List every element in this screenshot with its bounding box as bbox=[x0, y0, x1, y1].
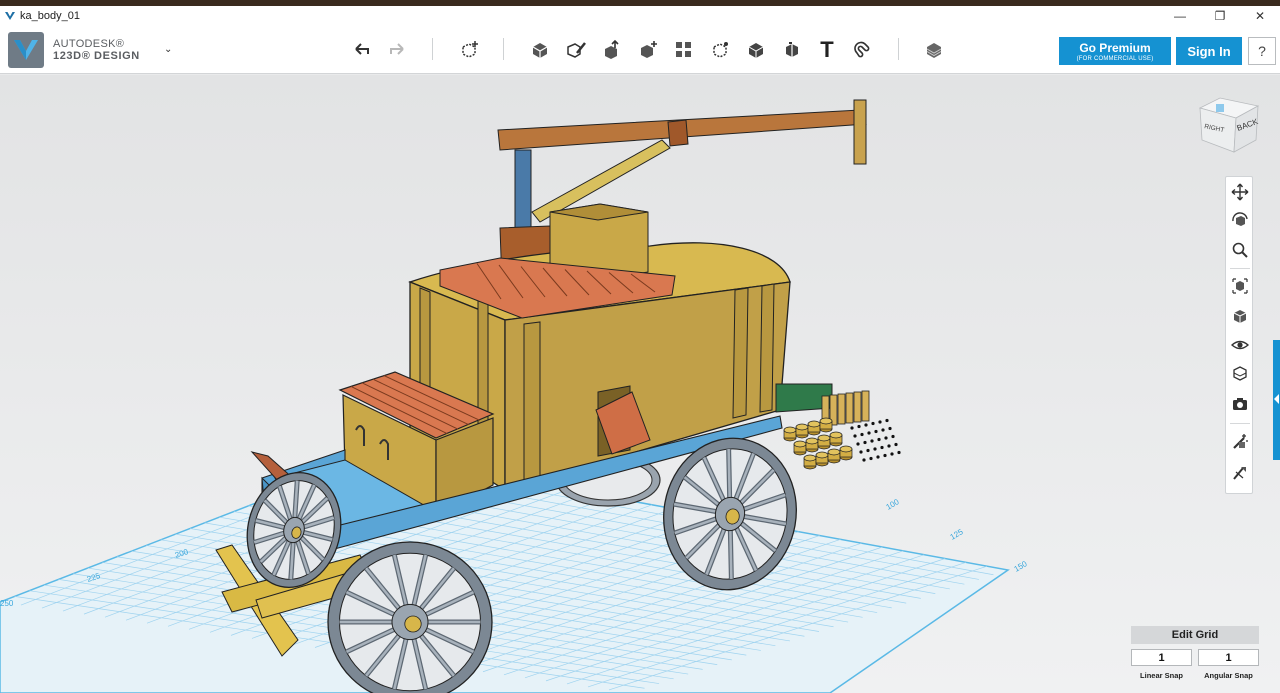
angular-snap-field[interactable] bbox=[1198, 649, 1259, 666]
nav-separator bbox=[1230, 268, 1250, 269]
app-menu-chevron-down-icon[interactable]: ⌄ bbox=[164, 44, 172, 55]
main-toolbar: AUTODESK® 123D® DESIGN ⌄ T Go Premium (F… bbox=[0, 26, 1280, 74]
sign-in-button[interactable]: Sign In bbox=[1176, 37, 1242, 65]
3d-viewport[interactable]: 250 225 200 100 125 150 bbox=[0, 75, 1280, 693]
view-cube[interactable]: RIGHT BACK bbox=[1198, 94, 1260, 156]
combine-icon[interactable] bbox=[744, 38, 768, 62]
scene-canvas[interactable]: 250 225 200 100 125 150 bbox=[0, 75, 1280, 693]
app-logo-icon[interactable] bbox=[8, 32, 44, 68]
grouping-icon[interactable] bbox=[708, 38, 732, 62]
brand-line1: AUTODESK® bbox=[53, 38, 125, 50]
edit-grid-button[interactable]: Edit Grid bbox=[1131, 626, 1259, 644]
transform-icon[interactable] bbox=[457, 38, 481, 62]
app-icon bbox=[5, 12, 15, 20]
grid-panel: Edit Grid Linear Snap Angular Snap bbox=[1131, 626, 1259, 684]
text-icon[interactable]: T bbox=[815, 37, 839, 62]
camera-icon[interactable] bbox=[1229, 393, 1251, 415]
side-panel-arrow-icon[interactable] bbox=[1274, 394, 1279, 404]
measure-icon[interactable] bbox=[780, 38, 804, 62]
perspective-icon[interactable] bbox=[1229, 305, 1251, 327]
toolbar-separator bbox=[432, 38, 433, 60]
linear-snap-field[interactable] bbox=[1131, 649, 1192, 666]
modify-icon[interactable] bbox=[636, 38, 660, 62]
construct-icon[interactable] bbox=[600, 38, 624, 62]
zoom-icon[interactable] bbox=[1229, 239, 1251, 261]
magic-wand-icon[interactable] bbox=[1229, 431, 1251, 453]
snap-icon[interactable] bbox=[850, 38, 874, 62]
title-bar: ka_body_01 — ❐ ✕ bbox=[0, 6, 1280, 26]
orbit-icon[interactable] bbox=[1229, 210, 1251, 232]
pattern-icon[interactable] bbox=[672, 38, 696, 62]
primitives-icon[interactable] bbox=[528, 38, 552, 62]
linear-snap-label: Linear Snap bbox=[1140, 671, 1183, 680]
minimize-button[interactable]: — bbox=[1160, 6, 1200, 26]
material-icon[interactable] bbox=[922, 38, 946, 62]
go-premium-button[interactable]: Go Premium (FOR COMMERCIAL USE) bbox=[1059, 37, 1171, 65]
undo-icon[interactable] bbox=[350, 38, 374, 62]
close-button[interactable]: ✕ bbox=[1240, 6, 1280, 26]
sketch-icon[interactable] bbox=[564, 38, 588, 62]
visibility-eye-icon[interactable] bbox=[1229, 334, 1251, 356]
maximize-button[interactable]: ❐ bbox=[1200, 6, 1240, 26]
toolbar-separator bbox=[898, 38, 899, 60]
window-title: ka_body_01 bbox=[20, 10, 80, 22]
redo-icon[interactable] bbox=[385, 38, 409, 62]
premium-sublabel: (FOR COMMERCIAL USE) bbox=[1076, 56, 1154, 62]
premium-label: Go Premium bbox=[1079, 41, 1151, 55]
navigation-bar bbox=[1225, 176, 1253, 494]
grid-tick-label: 250 bbox=[0, 599, 14, 608]
pan-icon[interactable] bbox=[1229, 181, 1251, 203]
fit-icon[interactable] bbox=[1229, 275, 1251, 297]
brand-line2: 123D® DESIGN bbox=[53, 50, 140, 62]
toolbar-separator bbox=[503, 38, 504, 60]
nav-separator bbox=[1230, 423, 1250, 424]
brand-name[interactable]: AUTODESK® 123D® DESIGN bbox=[53, 38, 140, 62]
wheel-front-right bbox=[327, 541, 493, 693]
paint-icon[interactable] bbox=[1229, 462, 1251, 484]
angular-snap-label: Angular Snap bbox=[1204, 671, 1253, 680]
help-button[interactable]: ? bbox=[1248, 37, 1276, 65]
materials-outline-icon[interactable] bbox=[1229, 363, 1251, 385]
